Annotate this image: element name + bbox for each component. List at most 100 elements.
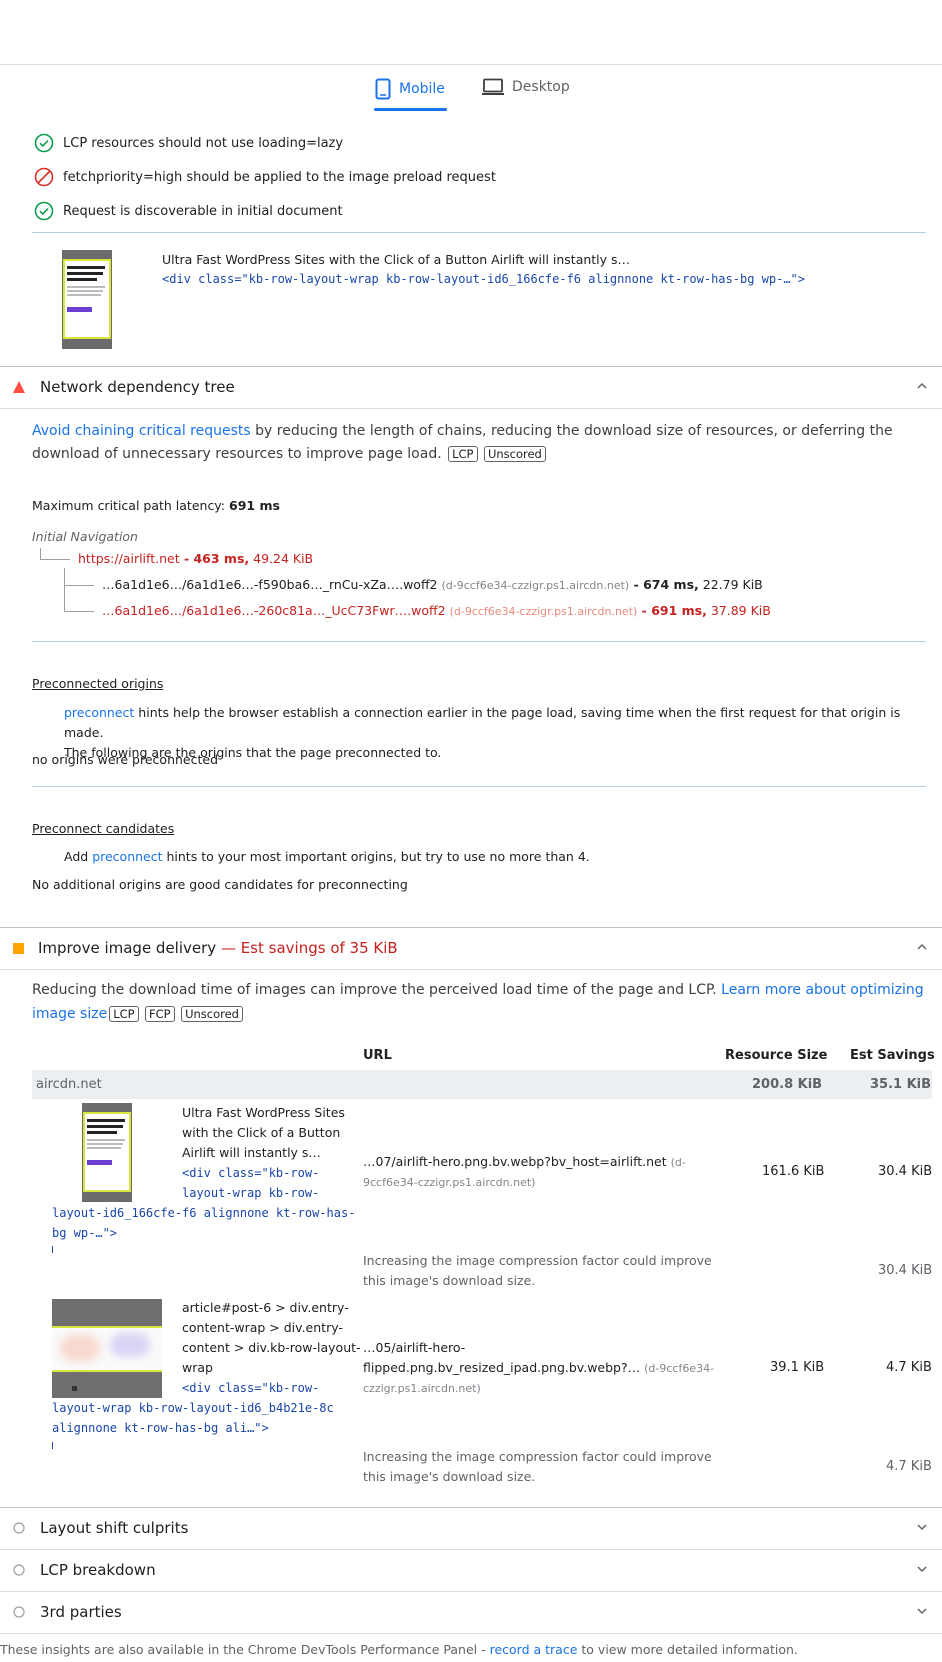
resource-size: 161.6 KiB: [762, 1164, 825, 1179]
chevron-up-icon[interactable]: [916, 380, 928, 392]
average-square-icon: [13, 943, 24, 954]
audit-lcp-breakdown[interactable]: LCP breakdown: [0, 1549, 942, 1591]
preconnect-candidates-empty: No additional origins are good candidate…: [32, 877, 408, 892]
divider: [0, 408, 942, 409]
badge-unscored: Unscored: [181, 1006, 243, 1022]
preconnected-empty: no origins were preconnected: [32, 752, 219, 767]
lcp-check-label: Request is discoverable in initial docum…: [63, 203, 343, 219]
footer-text: These insights are also available in the…: [0, 1642, 490, 1657]
badge-unscored: Unscored: [483, 446, 546, 462]
tree-child-critical[interactable]: …6a1d1e6…/6a1d1e6…-260c81a…_UcC73Fwr….wo…: [102, 603, 771, 618]
caret: [52, 1442, 53, 1449]
badge-fcp: FCP: [145, 1006, 175, 1022]
sub-item-savings: 4.7 KiB: [886, 1459, 932, 1474]
node-snippet: <div class="kb-row- layout-wrap kb-row-l…: [52, 1378, 334, 1438]
tree-root-time: - 463 ms,: [179, 551, 250, 566]
chevron-up-icon[interactable]: [916, 941, 928, 953]
footer-text: to view more detailed information.: [577, 1642, 798, 1657]
group-savings: 35.1 KiB: [870, 1077, 932, 1092]
est-savings: 4.7 KiB: [886, 1360, 932, 1375]
snippet-line: <div class="kb-row-: [182, 1166, 320, 1180]
tab-desktop[interactable]: Desktop: [482, 78, 570, 96]
node-text: Ultra Fast WordPress Sites with the Clic…: [182, 1103, 345, 1163]
tree-child[interactable]: …6a1d1e6…/6a1d1e6…-f590ba6…_rnCu-xZa….wo…: [102, 577, 763, 592]
tree-child-host: (d-9ccf6e34-czzigr.ps1.aircdn.net): [441, 579, 630, 592]
max-latency-value: 691 ms: [229, 498, 280, 513]
tree-connector: [64, 568, 94, 586]
avoid-chaining-link[interactable]: Avoid chaining critical requests: [32, 423, 251, 439]
divider: [0, 969, 942, 970]
tree-root[interactable]: https://airlift.net - 463 ms, 49.24 KiB: [78, 551, 313, 566]
sub-item-line: Increasing the image compression factor …: [363, 1253, 712, 1268]
desktop-icon: [482, 78, 504, 95]
node-snippet: <div class="kb-row- layout-wrap kb-row- …: [52, 1163, 355, 1243]
image-delivery-header[interactable]: Improve image delivery — Est savings of …: [0, 927, 942, 969]
max-latency-label: Maximum critical path latency:: [32, 498, 229, 513]
column-resource-size: Resource Size: [725, 1048, 828, 1063]
informative-circle-icon: [13, 1606, 25, 1618]
node-text-line: article#post-6 > div.entry-: [182, 1300, 349, 1315]
column-est-savings: Est Savings: [850, 1048, 935, 1063]
column-url: URL: [363, 1048, 392, 1063]
snippet-line: bg wp-…">: [52, 1226, 118, 1240]
preconnected-text: hints help the browser establish a conne…: [64, 705, 901, 740]
node-text-line: with the Click of a Button: [182, 1125, 341, 1140]
network-tree-header[interactable]: Network dependency tree: [0, 366, 942, 408]
tree-child-host: (d-9ccf6e34-czzigr.ps1.aircdn.net): [449, 605, 638, 618]
check-circle-icon: [34, 201, 54, 221]
audit-title: Layout shift culprits: [40, 1519, 189, 1537]
image-delivery-title-wrap: Improve image delivery — Est savings of …: [38, 939, 398, 957]
audit-layout-shift-culprits[interactable]: Layout shift culprits: [0, 1507, 942, 1549]
network-tree-description: Avoid chaining critical requests by redu…: [32, 420, 912, 466]
resource-url[interactable]: …07/airlift-hero.png.bv.webp?bv_host=air…: [363, 1152, 686, 1193]
description-text: by reducing the length of chains, reduci…: [250, 423, 893, 439]
check-circle-icon: [34, 133, 54, 153]
audit-title: LCP breakdown: [40, 1561, 156, 1579]
lcp-check-label: fetchpriority=high should be applied to …: [63, 169, 496, 185]
snippet-line: layout-wrap kb-row-: [182, 1186, 320, 1200]
caret: [52, 1246, 53, 1253]
preconnect-link[interactable]: preconnect: [92, 849, 162, 864]
resource-url-text: …05/airlift-hero-: [363, 1340, 466, 1355]
badge-lcp: LCP: [109, 1006, 139, 1022]
record-trace-link[interactable]: record a trace: [490, 1642, 578, 1657]
chevron-down-icon[interactable]: [916, 1605, 928, 1617]
snippet-line: <div class="kb-row-: [182, 1381, 320, 1395]
tab-mobile[interactable]: Mobile: [375, 78, 445, 100]
initial-navigation-label: Initial Navigation: [32, 529, 138, 544]
lcp-check-lazy: LCP resources should not use loading=laz…: [34, 133, 343, 153]
informative-circle-icon: [13, 1564, 25, 1576]
group-row: aircdn.net 200.8 KiB 35.1 KiB: [32, 1070, 932, 1099]
lcp-element-thumbnail: [62, 250, 112, 349]
snippet-line: alignnone kt-row-has-bg ali…">: [52, 1421, 269, 1435]
description-text: Reducing the download time of images can…: [32, 982, 722, 998]
image-delivery-description: Reducing the download time of images can…: [32, 978, 932, 1026]
chevron-down-icon[interactable]: [916, 1521, 928, 1533]
preconnect-link[interactable]: preconnect: [64, 705, 134, 720]
max-latency: Maximum critical path latency: 691 ms: [32, 498, 280, 513]
snippet-line: layout-wrap kb-row-layout-id6_b4b21e-8c: [52, 1401, 334, 1415]
learn-more-link[interactable]: Learn more about optimizing: [721, 982, 924, 998]
group-name: aircdn.net: [36, 1077, 102, 1092]
sub-item-line: this image's download size.: [363, 1273, 536, 1288]
badge-lcp: LCP: [448, 446, 478, 462]
sub-item-line: Increasing the image compression factor …: [363, 1449, 712, 1464]
tree-child-time: - 691 ms,: [637, 603, 707, 618]
chevron-down-icon[interactable]: [916, 1563, 928, 1575]
audit-3rd-parties[interactable]: 3rd parties: [0, 1591, 942, 1633]
resource-url[interactable]: …05/airlift-hero- flipped.png.bv_resized…: [363, 1338, 714, 1399]
footer-note: These insights are also available in the…: [0, 1642, 798, 1657]
candidates-text: Add: [64, 849, 93, 864]
tree-child-time: - 674 ms,: [629, 577, 699, 592]
learn-more-link[interactable]: image size: [32, 1006, 107, 1022]
resource-host: (d-: [670, 1156, 686, 1169]
tree-root-size: 49.24 KiB: [249, 551, 314, 566]
sub-item-line: this image's download size.: [363, 1469, 536, 1484]
node-text: article#post-6 > div.entry- content-wrap…: [182, 1298, 361, 1378]
lcp-check-discoverable: Request is discoverable in initial docum…: [34, 201, 343, 221]
preconnect-candidates-desc: Add preconnect hints to your most import…: [64, 849, 590, 864]
sub-item-savings: 30.4 KiB: [878, 1263, 933, 1278]
tree-connector: [64, 600, 94, 612]
lcp-element-text: Ultra Fast WordPress Sites with the Clic…: [162, 252, 631, 267]
node-text-line: Ultra Fast WordPress Sites: [182, 1105, 345, 1120]
